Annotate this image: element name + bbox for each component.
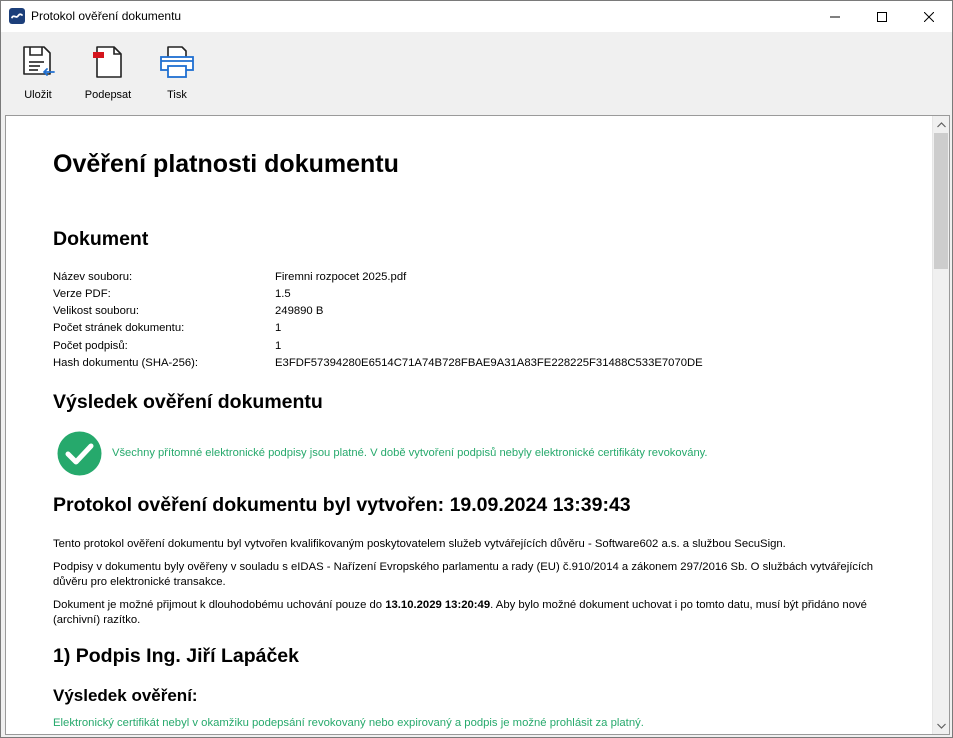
archive-deadline: 13.10.2029 13:20:49 [385,599,491,611]
result-message: Všechny přítomné elektronické podpisy js… [112,447,708,459]
app-logo-icon [9,8,25,24]
scrollbar-thumb[interactable] [934,133,948,269]
print-button[interactable]: Tisk [147,42,207,104]
app-window: Protokol ověření dokumentu Uložit Podeps… [0,0,953,738]
info-key: Počet stránek dokumentu: [53,322,185,334]
paragraph-eidas: Podpisy v dokumentu byly ověřeny v soula… [53,561,874,588]
toolbar: Uložit Podepsat Tisk [1,32,952,112]
info-value: 1.5 [275,288,291,300]
info-value: 249890 B [275,305,324,317]
vertical-scrollbar[interactable] [932,116,949,734]
title-bar[interactable]: Protokol ověření dokumentu [1,1,952,32]
scroll-up-button[interactable] [933,116,949,133]
info-value: 1 [275,322,282,334]
info-key: Název souboru: [53,271,133,283]
info-key: Hash dokumentu (SHA-256): [53,357,199,369]
info-key: Počet podpisů: [53,340,128,352]
maximize-button[interactable] [859,1,905,32]
paragraph-provider: Tento protokol ověření dokumentu byl vyt… [53,538,786,550]
close-button[interactable] [906,1,952,32]
check-circle-icon [57,431,102,476]
signature-result-heading: Výsledek ověření: [53,686,198,705]
document-viewport[interactable]: Ověření platnosti dokumentu Dokument Náz… [5,115,950,735]
sign-document-icon [93,46,122,78]
printer-icon [160,46,194,78]
info-value: Firemni rozpocet 2025.pdf [275,271,407,283]
save-button[interactable]: Uložit [8,42,68,104]
paragraph-archive: Dokument je možné přijmout k dlouhodobém… [53,598,908,628]
window-title: Protokol ověření dokumentu [31,9,182,23]
info-value: E3FDF57394280E6514C71A74B728FBAE9A31A83F… [275,357,703,369]
save-icon [23,46,55,76]
page-title: Ověření platnosti dokumentu [53,150,399,178]
document-content: Ověření platnosti dokumentu Dokument Náz… [6,116,930,734]
minimize-icon [830,16,840,17]
archive-text-start: Dokument je možné přijmout k dlouhodobém… [53,599,386,611]
info-row-signature-count: Počet podpisů: 1 [53,340,853,357]
signature-result-message: Elektronický certifikát nebyl v okamžiku… [53,717,644,729]
minimize-button[interactable] [812,1,858,32]
info-row-hash: Hash dokumentu (SHA-256): E3FDF57394280E… [53,357,853,374]
maximize-icon [877,11,887,22]
chevron-up-icon [937,121,946,127]
close-icon [924,11,934,22]
verification-result: Všechny přítomné elektronické podpisy js… [57,431,917,477]
section-heading-result: Výsledek ověření dokumentu [53,391,323,413]
info-key: Verze PDF: [53,288,111,300]
chevron-down-icon [937,723,946,729]
sign-label: Podepsat [84,89,132,101]
sign-button[interactable]: Podepsat [78,42,138,104]
save-label: Uložit [24,89,52,101]
section-heading-document: Dokument [53,228,149,250]
info-row-pdf-version: Verze PDF: 1.5 [53,288,853,305]
print-label: Tisk [167,89,187,101]
protocol-created-heading: Protokol ověření dokumentu byl vytvořen:… [53,494,631,516]
signature-heading: 1) Podpis Ing. Jiří Lapáček [53,645,299,667]
info-key: Velikost souboru: [53,305,140,317]
info-row-page-count: Počet stránek dokumentu: 1 [53,322,853,339]
scroll-down-button[interactable] [933,717,949,734]
info-row-filename: Název souboru: Firemni rozpocet 2025.pdf [53,271,853,288]
info-value: 1 [275,340,282,352]
info-row-file-size: Velikost souboru: 249890 B [53,305,853,322]
